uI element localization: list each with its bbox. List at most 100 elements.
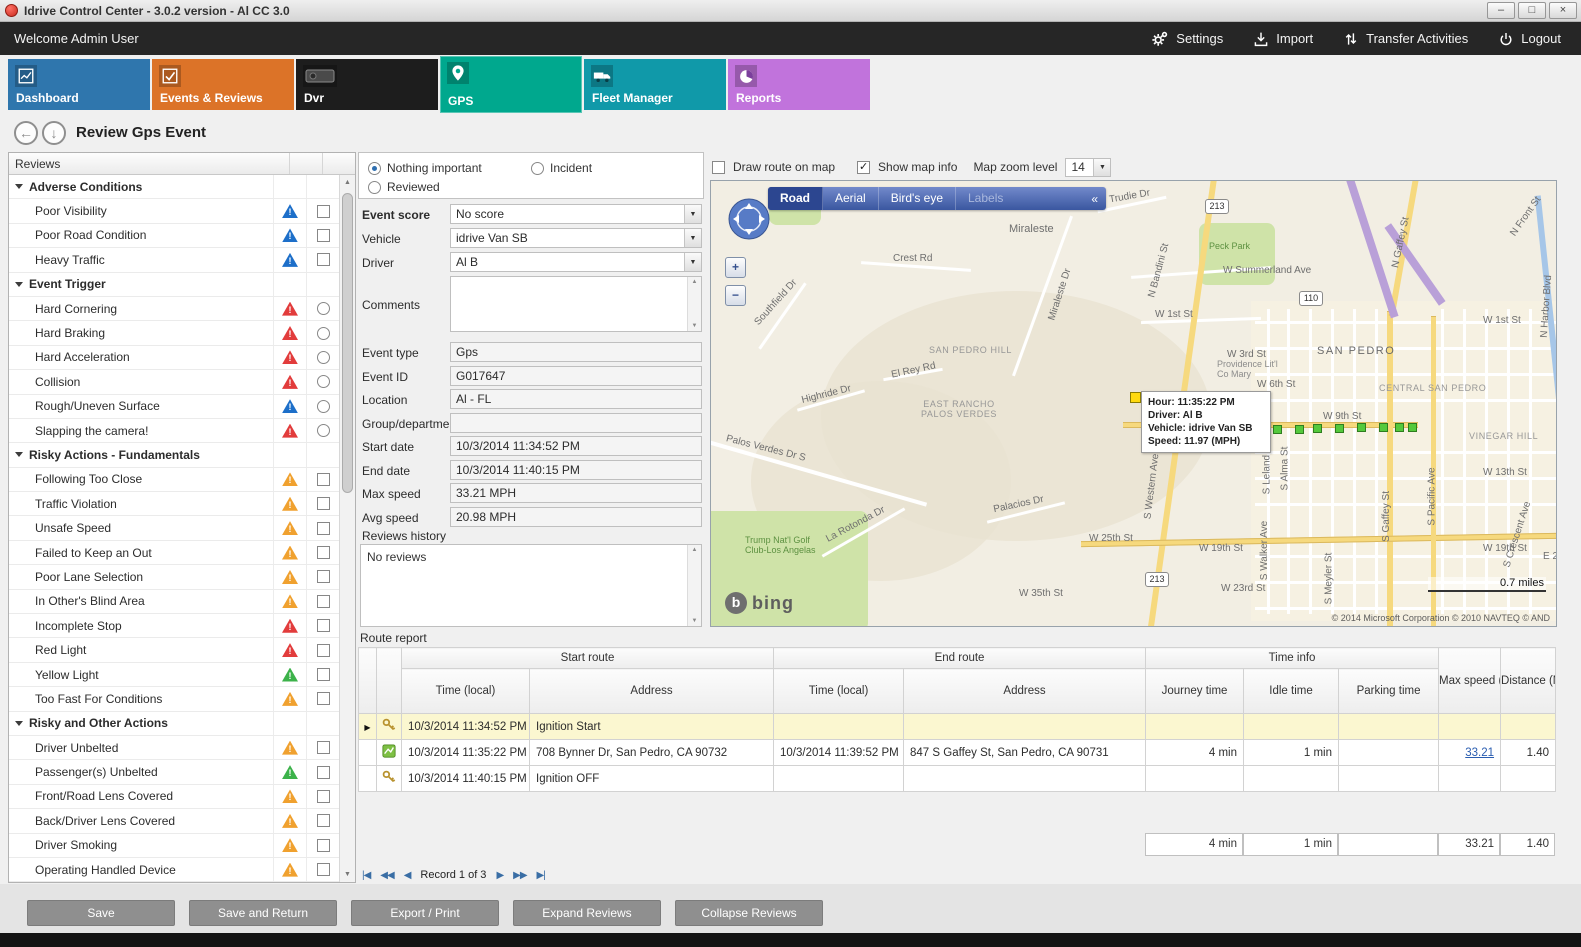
radio-nothing-important[interactable]: Nothing important <box>368 161 482 175</box>
vehicle-select[interactable]: idrive Van SB▼ <box>450 228 702 248</box>
review-checkbox[interactable] <box>317 546 330 559</box>
save-button[interactable]: Save <box>27 900 175 926</box>
close-button[interactable]: × <box>1549 2 1577 19</box>
tab-gps[interactable]: GPS <box>440 56 582 113</box>
chevron-down-icon[interactable]: ▼ <box>684 229 701 247</box>
table-row[interactable]: ▶ 10/3/2014 11:34:52 PM Ignition Start <box>359 714 1556 740</box>
scrollbar-thumb[interactable] <box>342 193 353 493</box>
route-marker[interactable] <box>1357 423 1366 432</box>
pager-next-button[interactable]: ▶ <box>496 870 503 881</box>
import-button[interactable]: Import <box>1253 31 1313 47</box>
export-print-button[interactable]: Export / Print <box>351 900 499 926</box>
pager-last-button[interactable]: ▶| <box>537 870 545 881</box>
review-group[interactable]: Risky Actions - Fundamentals <box>9 443 339 467</box>
scroll-down-icon[interactable]: ▼ <box>340 867 355 882</box>
radio-icon[interactable] <box>368 162 381 175</box>
review-checkbox[interactable] <box>317 570 330 583</box>
tab-dvr[interactable]: Dvr <box>296 59 438 110</box>
chevron-down-icon[interactable]: ▼ <box>1093 159 1110 176</box>
review-checkbox[interactable] <box>317 595 330 608</box>
review-radio[interactable] <box>317 424 330 437</box>
event-score-select[interactable]: No score▼ <box>450 204 702 224</box>
map-view-labels[interactable]: Labels <box>956 187 1015 210</box>
history-scrollbar[interactable]: ▲▼ <box>687 545 701 626</box>
radio-icon[interactable] <box>531 162 544 175</box>
route-marker[interactable] <box>1313 424 1322 433</box>
max-speed-link[interactable]: 33.21 <box>1465 747 1494 759</box>
review-checkbox[interactable] <box>317 814 330 827</box>
review-radio[interactable] <box>317 302 330 315</box>
bing-map[interactable]: Trudie Dr 213 Peck Park Miraleste Crest … <box>710 180 1557 627</box>
col-start-time[interactable]: Time (local) <box>402 669 530 714</box>
expand-reviews-button[interactable]: Expand Reviews <box>513 900 661 926</box>
review-checkbox[interactable] <box>317 839 330 852</box>
tab-events-reviews[interactable]: Events & Reviews <box>152 59 294 110</box>
logout-button[interactable]: Logout <box>1498 31 1561 47</box>
review-checkbox[interactable] <box>317 497 330 510</box>
down-button[interactable]: ↓ <box>42 121 66 145</box>
pager-prev-button[interactable]: ◀ <box>404 870 411 881</box>
review-radio[interactable] <box>317 375 330 388</box>
review-checkbox[interactable] <box>317 229 330 242</box>
radio-icon[interactable] <box>368 181 381 194</box>
reviews-scrollbar[interactable]: ▲ ▼ <box>339 175 355 882</box>
show-map-info-checkbox[interactable]: ✓ <box>857 161 870 174</box>
review-checkbox[interactable] <box>317 790 330 803</box>
collapse-reviews-button[interactable]: Collapse Reviews <box>675 900 823 926</box>
review-checkbox[interactable] <box>317 619 330 632</box>
review-checkbox[interactable] <box>317 692 330 705</box>
review-checkbox[interactable] <box>317 668 330 681</box>
col-journey-time[interactable]: Journey time <box>1146 669 1244 714</box>
col-max-speed[interactable]: Max speed (MPH) <box>1439 648 1501 714</box>
chevron-down-icon[interactable]: ▼ <box>684 253 701 271</box>
route-marker[interactable] <box>1335 424 1344 433</box>
col-idle-time[interactable]: Idle time <box>1244 669 1339 714</box>
review-checkbox[interactable] <box>317 473 330 486</box>
review-checkbox[interactable] <box>317 863 330 876</box>
review-group[interactable]: Adverse Conditions <box>9 175 339 199</box>
comments-textarea[interactable]: ▲▼ <box>450 276 702 332</box>
review-checkbox[interactable] <box>317 766 330 779</box>
settings-button[interactable]: Settings <box>1151 30 1223 48</box>
group-department-field[interactable] <box>450 413 702 433</box>
col-start-address[interactable]: Address <box>530 669 774 714</box>
toolbar-collapse-icon[interactable]: « <box>1083 192 1106 206</box>
table-row[interactable]: 10/3/2014 11:40:15 PM Ignition OFF <box>359 766 1556 792</box>
col-end-address[interactable]: Address <box>904 669 1146 714</box>
review-checkbox[interactable] <box>317 205 330 218</box>
col-parking-time[interactable]: Parking time <box>1339 669 1439 714</box>
review-radio[interactable] <box>317 327 330 340</box>
review-checkbox[interactable] <box>317 644 330 657</box>
event-marker[interactable] <box>1130 392 1141 403</box>
band-start-route[interactable]: Start route <box>402 648 774 669</box>
table-row[interactable]: 10/3/2014 11:35:22 PM 708 Bynner Dr, San… <box>359 740 1556 766</box>
pager-prev-page-button[interactable]: ◀◀ <box>380 870 393 881</box>
review-checkbox[interactable] <box>317 253 330 266</box>
save-and-return-button[interactable]: Save and Return <box>189 900 337 926</box>
route-marker[interactable] <box>1408 423 1417 432</box>
review-group[interactable]: Risky and Other Actions <box>9 712 339 736</box>
driver-select[interactable]: Al B▼ <box>450 252 702 272</box>
review-checkbox[interactable] <box>317 741 330 754</box>
map-view-birdseye[interactable]: Bird's eye <box>879 187 956 210</box>
route-marker[interactable] <box>1295 425 1304 434</box>
chevron-down-icon[interactable]: ▼ <box>684 205 701 223</box>
textarea-scrollbar[interactable]: ▲▼ <box>687 277 701 331</box>
col-end-time[interactable]: Time (local) <box>774 669 904 714</box>
tab-reports[interactable]: Reports <box>728 59 870 110</box>
band-end-route[interactable]: End route <box>774 648 1146 669</box>
maximize-button[interactable]: □ <box>1518 2 1546 19</box>
minimize-button[interactable]: – <box>1487 2 1515 19</box>
radio-incident[interactable]: Incident <box>531 161 592 175</box>
route-marker[interactable] <box>1395 423 1404 432</box>
transfer-activities-button[interactable]: Transfer Activities <box>1343 31 1468 47</box>
map-compass[interactable] <box>727 197 771 244</box>
map-zoom-select[interactable]: 14▼ <box>1065 158 1111 177</box>
tab-dashboard[interactable]: Dashboard <box>8 59 150 110</box>
radio-reviewed[interactable]: Reviewed <box>368 180 440 194</box>
pager-next-page-button[interactable]: ▶▶ <box>513 870 526 881</box>
review-radio[interactable] <box>317 400 330 413</box>
route-marker[interactable] <box>1273 425 1282 434</box>
map-view-road[interactable]: Road <box>768 187 823 210</box>
draw-route-checkbox[interactable] <box>712 161 725 174</box>
